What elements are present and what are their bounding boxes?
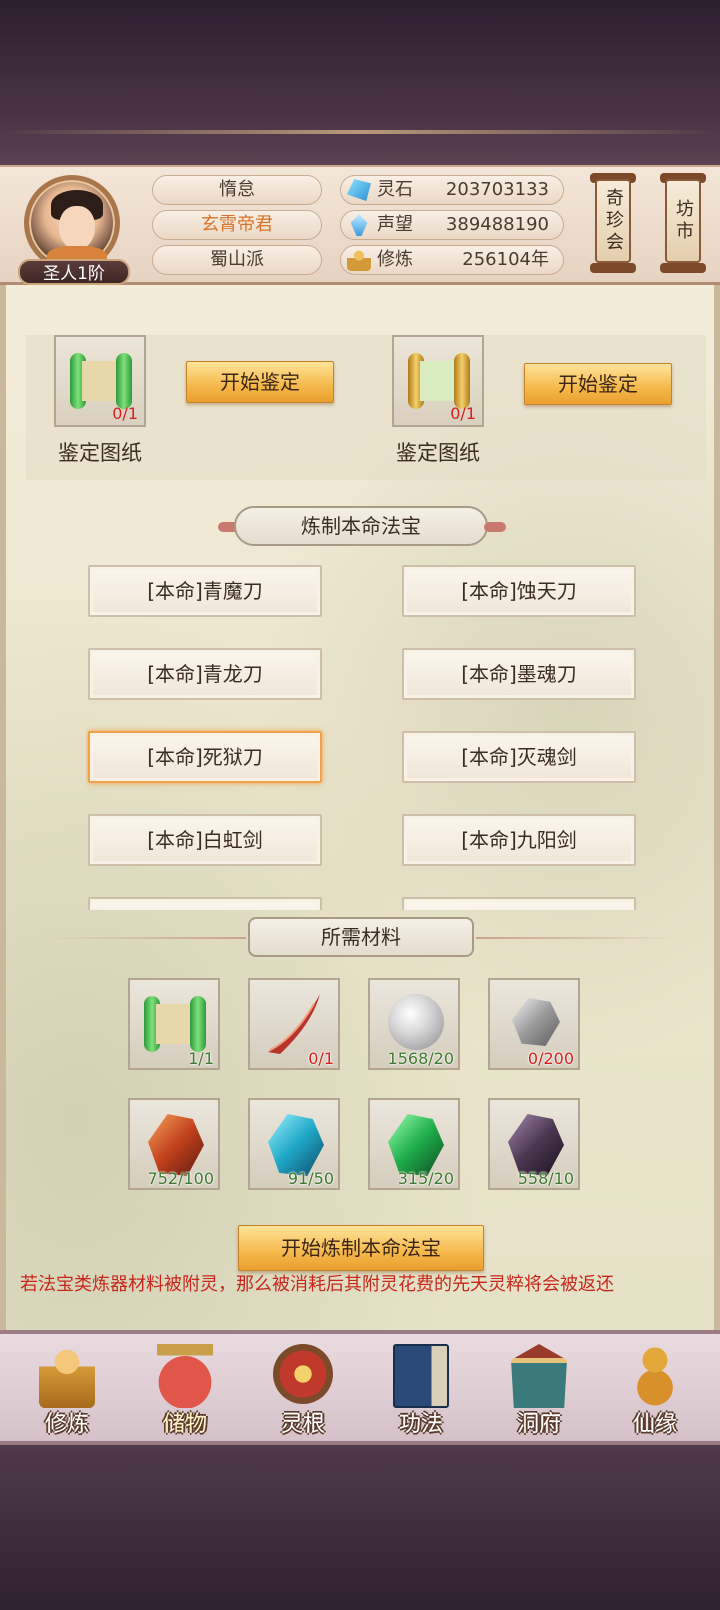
resource-spirit-stone: 灵石 203703133	[340, 175, 564, 205]
attunement-notice: 若法宝类炼器材料被附灵，那么被消耗后其附灵花费的先天灵粹将会被返还	[20, 1274, 614, 1295]
reputation-icon	[350, 214, 368, 236]
blueprint-caption-2: 鉴定图纸	[396, 441, 480, 465]
weapon-option[interactable]: [本命]蚀天刀	[402, 565, 636, 617]
red-crystal-icon	[148, 1114, 204, 1176]
blueprint-caption-1: 鉴定图纸	[58, 441, 142, 465]
weapon-option[interactable]: [本命]墨魂刀	[402, 648, 636, 700]
silver-orb-icon	[388, 994, 444, 1050]
weapon-option[interactable]: [本命]九阳剑	[402, 814, 636, 866]
craft-section-title: 炼制本命法宝	[234, 506, 488, 546]
cave-house-icon	[511, 1344, 567, 1408]
avatar[interactable]: 圣人1阶	[18, 175, 130, 287]
nav-cave-house[interactable]: 洞府	[484, 1340, 594, 1444]
material-blueprint-scroll[interactable]: 1/1	[128, 978, 220, 1070]
green-crystal-icon	[388, 1114, 444, 1176]
divider-right	[476, 937, 676, 939]
player-name[interactable]: 玄霄帝君	[152, 210, 322, 240]
bottom-background	[0, 1445, 720, 1610]
rank-badge: 圣人1阶	[18, 259, 130, 285]
material-red-blade[interactable]: 0/1	[248, 978, 340, 1070]
nav-fate[interactable]: 仙缘	[600, 1340, 710, 1444]
nav-techniques[interactable]: 功法	[366, 1340, 476, 1444]
player-sect: 蜀山派	[152, 245, 322, 275]
nav-cultivate[interactable]: 修炼	[12, 1340, 122, 1444]
bag-icon	[157, 1344, 213, 1408]
material-red-crystal[interactable]: 752/100	[128, 1098, 220, 1190]
silver-ore-icon	[512, 998, 560, 1046]
top-divider	[0, 130, 720, 134]
material-green-crystal[interactable]: 315/20	[368, 1098, 460, 1190]
avatar-portrait	[24, 175, 120, 271]
material-silver-ore[interactable]: 0/200	[488, 978, 580, 1070]
top-background	[0, 0, 720, 165]
weapon-option[interactable]: [本命]灭魂剑	[402, 731, 636, 783]
market-button[interactable]: 坊市	[665, 179, 701, 263]
weapon-option[interactable]: [本命]青魔刀	[88, 565, 322, 617]
weapon-option[interactable]	[88, 897, 322, 910]
start-craft-button[interactable]: 开始炼制本命法宝	[238, 1225, 484, 1271]
player-status: 惰怠	[152, 175, 322, 205]
scroll-icon	[144, 996, 206, 1052]
forge-panel: 0/1 鉴定图纸 开始鉴定 0/1 鉴定图纸 开始鉴定 炼制本命法宝 [本命]青…	[0, 285, 720, 1330]
book-icon	[393, 1344, 449, 1408]
nav-spirit-root[interactable]: 灵根	[248, 1340, 358, 1444]
blue-crystal-icon	[268, 1114, 324, 1176]
weapon-option[interactable]	[402, 897, 636, 910]
spirit-root-icon	[273, 1344, 333, 1404]
weapon-option-selected[interactable]: [本命]死狱刀	[88, 731, 322, 783]
start-appraise-button-1[interactable]: 开始鉴定	[186, 361, 334, 403]
spirit-stone-icon	[347, 179, 371, 201]
gourd-icon	[627, 1344, 683, 1408]
dark-crystal-icon	[508, 1114, 564, 1176]
start-appraise-button-2[interactable]: 开始鉴定	[524, 363, 672, 405]
treasure-auction-button[interactable]: 奇珍会	[595, 179, 631, 263]
weapon-list[interactable]: [本命]青魔刀 [本命]蚀天刀 [本命]青龙刀 [本命]墨魂刀 [本命]死狱刀 …	[86, 565, 646, 910]
material-silver-orb[interactable]: 1568/20	[368, 978, 460, 1070]
monk-icon	[39, 1344, 95, 1408]
blueprint-slot-2[interactable]: 0/1	[392, 335, 484, 427]
scroll-icon	[408, 353, 470, 409]
resource-cultivation: 修炼 256104年	[340, 245, 564, 275]
resource-reputation: 声望 389488190	[340, 210, 564, 240]
material-blue-crystal[interactable]: 91/50	[248, 1098, 340, 1190]
nav-storage[interactable]: 储物	[130, 1340, 240, 1444]
weapon-option[interactable]: [本命]白虹剑	[88, 814, 322, 866]
scroll-icon	[70, 353, 132, 409]
blueprint-slot-1[interactable]: 0/1	[54, 335, 146, 427]
appraise-section: 0/1 鉴定图纸 开始鉴定 0/1 鉴定图纸 开始鉴定	[26, 335, 706, 480]
divider-left	[46, 937, 246, 939]
bottom-nav: 修炼 储物 灵根 功法 洞府 仙缘	[0, 1330, 720, 1445]
material-dark-crystal[interactable]: 558/10	[488, 1098, 580, 1190]
cultivation-icon	[347, 249, 371, 271]
materials-section-title: 所需材料	[248, 917, 474, 957]
weapon-option[interactable]: [本命]青龙刀	[88, 648, 322, 700]
player-header: 圣人1阶 惰怠 玄霄帝君 蜀山派 灵石 203703133 声望 3894881…	[0, 165, 720, 285]
